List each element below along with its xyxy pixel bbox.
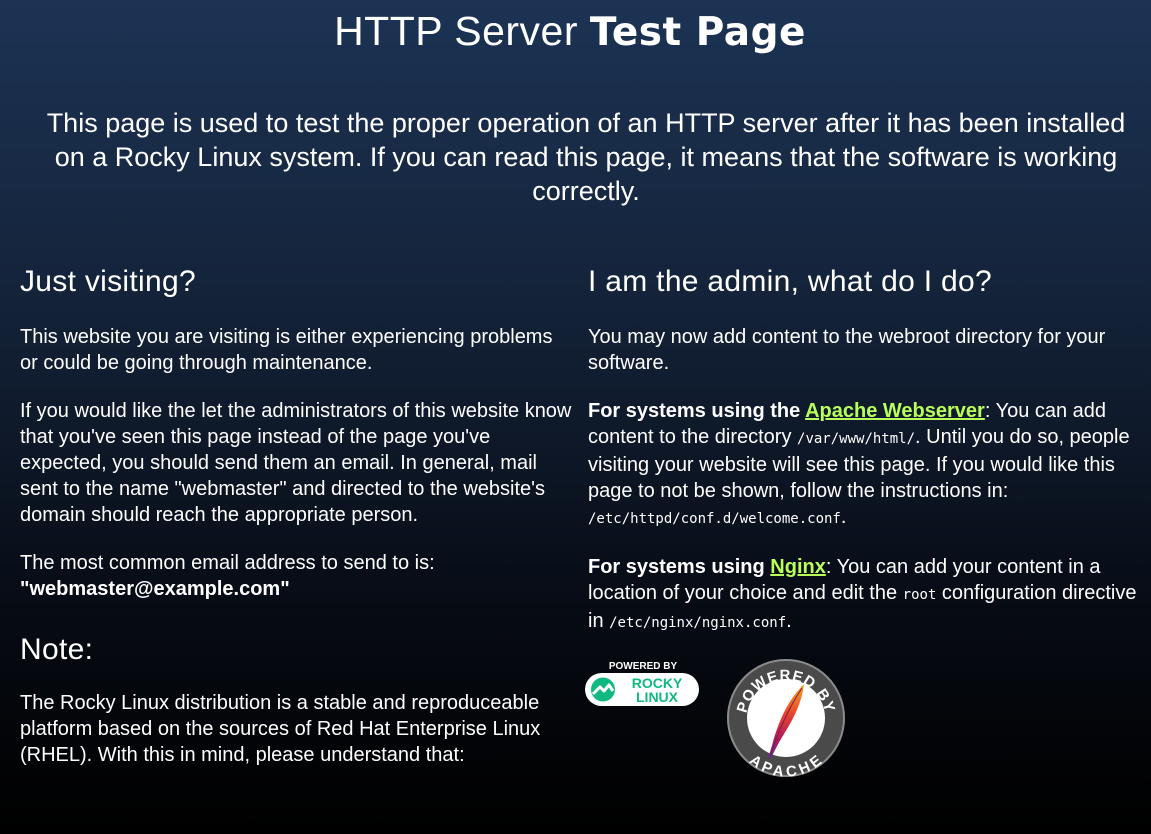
nginx-paragraph: For systems using Nginx: You can add you… <box>588 554 1148 636</box>
right-column: I am the admin, what do I do? You may no… <box>588 262 1148 658</box>
page-title-bold: Test Page <box>589 10 806 55</box>
rocky-powered-by-text: POWERED BY <box>609 661 678 672</box>
visiting-paragraph-1: This website you are visiting is either … <box>20 326 553 374</box>
nginx-text-3: . <box>786 610 792 632</box>
nginx-conf-path: /etc/nginx/nginx.conf <box>609 615 787 631</box>
intro-text: This page is used to test the proper ope… <box>46 108 1126 206</box>
just-visiting-heading: Just visiting? <box>20 265 196 298</box>
welcome-conf-path: /etc/httpd/conf.d/welcome.conf <box>588 511 841 527</box>
visiting-paragraph-2: If you would like the let the administra… <box>20 400 572 526</box>
page-title-regular: HTTP Server <box>334 8 590 54</box>
webroot-path: /var/www/html/ <box>797 431 916 447</box>
powered-by-logos: POWERED BY ROCKY LINUX POWERED BY APACHE <box>584 656 864 786</box>
note-paragraph: The Rocky Linux distribution is a stable… <box>20 692 541 766</box>
apache-webserver-link[interactable]: Apache Webserver <box>805 400 985 422</box>
admin-paragraph-1: You may now add content to the webroot d… <box>588 326 1106 374</box>
page-title: HTTP Server Test Page <box>0 8 1140 56</box>
apache-paragraph: For systems using the Apache Webserver: … <box>588 398 1148 532</box>
linux-word: LINUX <box>636 689 679 705</box>
note-heading: Note: <box>20 633 94 666</box>
webmaster-email: "webmaster@example.com" <box>20 578 290 600</box>
powered-by-rocky-linux-logo[interactable]: POWERED BY ROCKY LINUX <box>584 656 702 712</box>
visiting-paragraph-3: The most common email address to send to… <box>20 550 572 602</box>
powered-by-apache-logo[interactable]: POWERED BY APACHE <box>724 656 848 780</box>
left-column: Just visiting? This website you are visi… <box>20 262 572 790</box>
nginx-lead: For systems using <box>588 556 771 578</box>
apache-lead: For systems using the <box>588 400 806 422</box>
root-directive: root <box>902 587 937 603</box>
apache-text-3: . <box>840 506 847 528</box>
admin-heading: I am the admin, what do I do? <box>588 265 992 298</box>
email-intro-text: The most common email address to send to… <box>20 552 435 574</box>
nginx-link[interactable]: Nginx <box>770 556 826 578</box>
